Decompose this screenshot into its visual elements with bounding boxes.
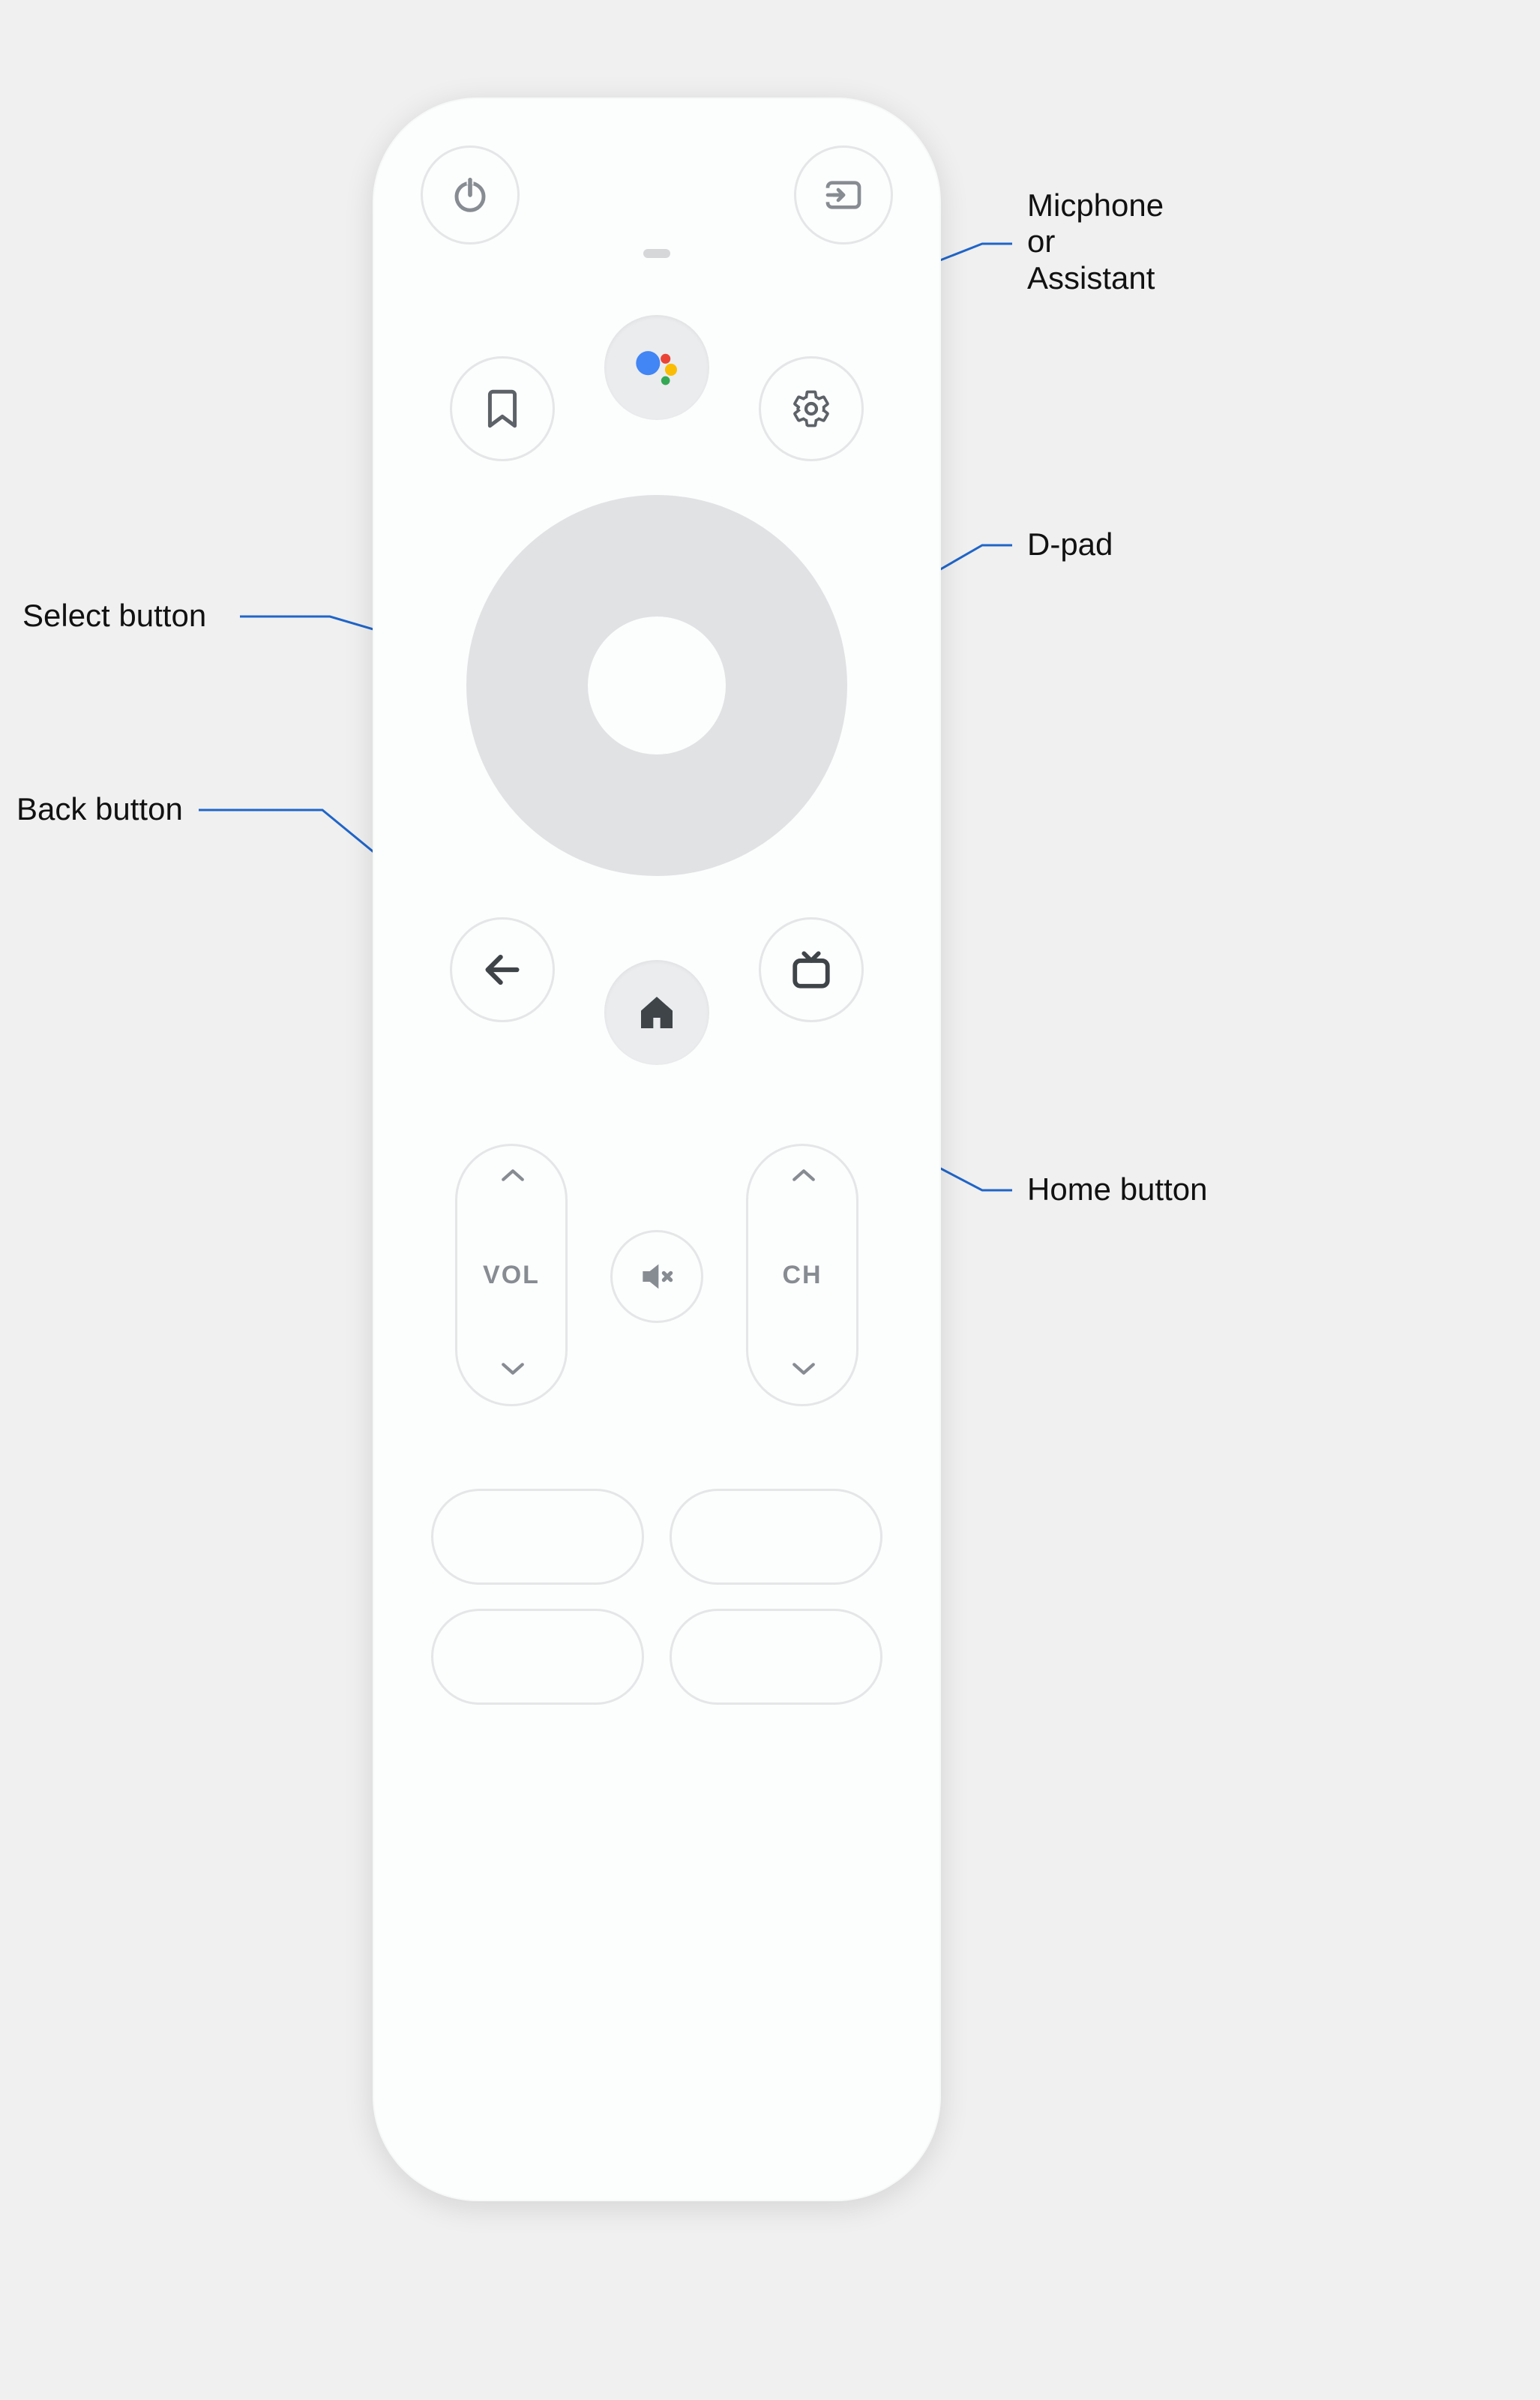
home-icon	[636, 992, 678, 1034]
gear-icon	[790, 388, 832, 430]
label-dpad: D-pad	[1027, 526, 1113, 562]
power-button[interactable]	[421, 146, 520, 244]
volume-rocker[interactable]: VOL	[455, 1144, 568, 1406]
guide-button[interactable]	[759, 917, 864, 1022]
diagram-canvas: Micphone or Assistant D-pad Select butto…	[0, 0, 1540, 2400]
label-select: Select button	[22, 598, 206, 634]
chevron-up-icon	[500, 1167, 523, 1190]
back-arrow-icon	[481, 948, 524, 992]
power-icon	[450, 175, 490, 215]
tv-icon	[789, 948, 833, 992]
chevron-down-icon	[500, 1360, 523, 1383]
input-button[interactable]	[794, 146, 893, 244]
select-button[interactable]	[588, 616, 726, 754]
label-back: Back button	[16, 791, 183, 827]
home-button[interactable]	[604, 960, 709, 1065]
label-home: Home button	[1027, 1172, 1207, 1208]
remote-body: VOL CH	[373, 98, 941, 2201]
settings-button[interactable]	[759, 356, 864, 461]
bookmark-button[interactable]	[450, 356, 555, 461]
volume-label: VOL	[483, 1261, 540, 1290]
back-button[interactable]	[450, 917, 555, 1022]
assistant-button[interactable]	[604, 315, 709, 420]
input-icon	[822, 174, 864, 216]
mute-icon	[636, 1256, 678, 1298]
shortcut-button-3[interactable]	[431, 1609, 644, 1705]
channel-rocker[interactable]: CH	[746, 1144, 858, 1406]
mic-led	[643, 249, 670, 258]
mute-button[interactable]	[610, 1230, 703, 1323]
bookmark-icon	[484, 387, 521, 430]
shortcut-button-4[interactable]	[670, 1609, 882, 1705]
channel-label: CH	[782, 1261, 822, 1290]
chevron-up-icon	[791, 1167, 813, 1190]
label-mic: Micphone or Assistant	[1027, 188, 1164, 296]
chevron-down-icon	[791, 1360, 813, 1383]
shortcut-button-1[interactable]	[431, 1489, 644, 1585]
shortcut-button-2[interactable]	[670, 1489, 882, 1585]
assistant-icon	[631, 341, 683, 394]
